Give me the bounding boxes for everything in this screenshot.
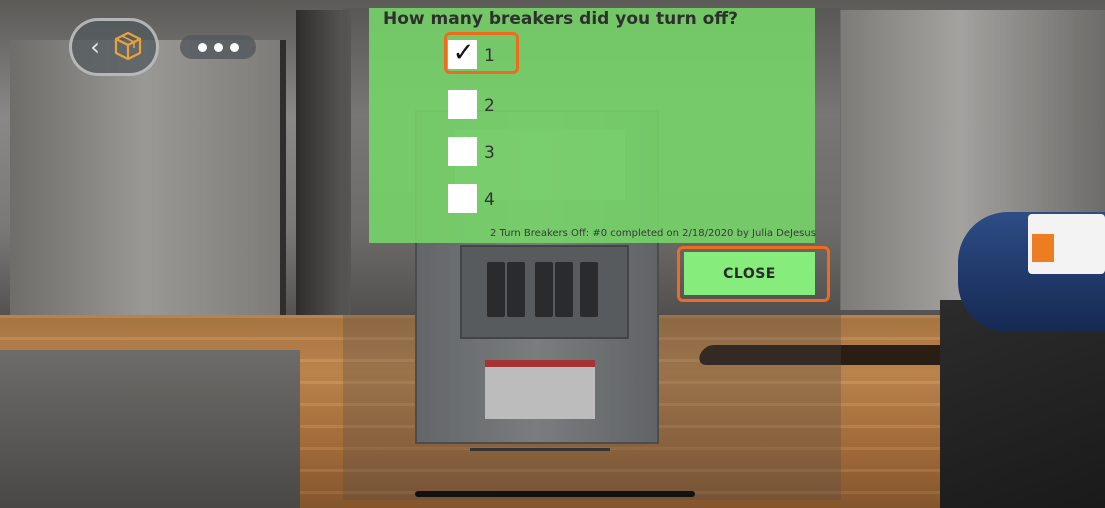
canister-label (1028, 214, 1105, 274)
cabinet-left (10, 40, 286, 340)
option-label: 1 (484, 46, 495, 66)
checkbox[interactable]: ✓ (448, 38, 477, 69)
question-panel (369, 8, 815, 243)
dot (197, 42, 207, 52)
option-3[interactable]: 3 (448, 137, 558, 167)
home-indicator[interactable] (415, 491, 695, 497)
drawers (0, 350, 300, 508)
option-2[interactable]: 2 (448, 90, 558, 120)
checkbox[interactable] (448, 184, 477, 213)
checkbox[interactable] (448, 137, 477, 166)
chevron-left-icon[interactable]: ‹ (84, 33, 106, 61)
option-label: 4 (484, 190, 495, 210)
dot (213, 42, 223, 52)
dot (229, 42, 239, 52)
option-4[interactable]: 4 (448, 184, 558, 214)
option-label: 2 (484, 96, 495, 116)
option-1[interactable]: ✓ 1 (448, 38, 558, 70)
question-title: How many breakers did you turn off? (383, 9, 738, 29)
more-dots-icon[interactable] (180, 35, 256, 59)
option-label: 3 (484, 143, 495, 163)
checkbox[interactable] (448, 90, 477, 119)
close-button[interactable]: CLOSE (684, 252, 815, 295)
check-icon: ✓ (452, 38, 475, 68)
cube-icon[interactable] (112, 30, 144, 62)
completion-status: 2 Turn Breakers Off: #0 completed on 2/1… (490, 228, 816, 239)
